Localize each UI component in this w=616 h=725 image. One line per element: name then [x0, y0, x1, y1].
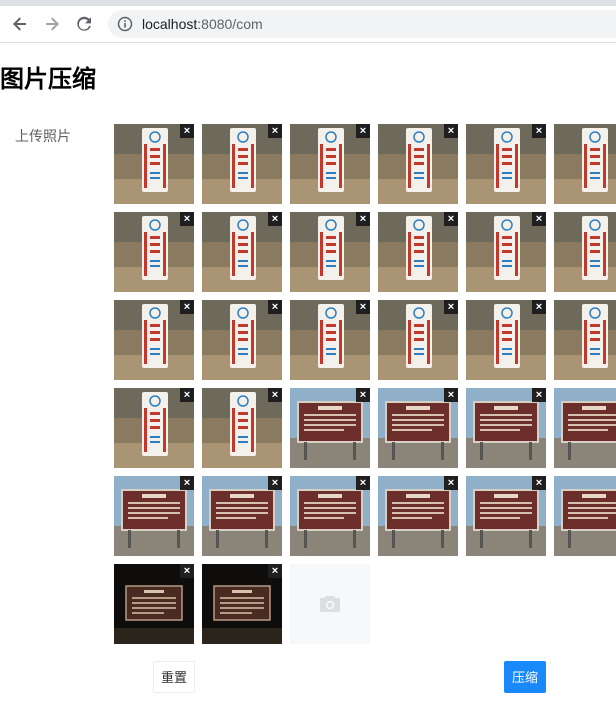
delete-photo-button[interactable]: ×	[268, 476, 282, 490]
address-url: localhost:8080/com	[142, 16, 263, 32]
delete-photo-button[interactable]: ×	[532, 476, 546, 490]
photo-image	[554, 300, 616, 380]
delete-photo-button[interactable]: ×	[532, 300, 546, 314]
delete-photo-button[interactable]: ×	[444, 388, 458, 402]
photo-thumbnail[interactable]: ×	[202, 388, 282, 468]
upload-field-label: 上传照片	[15, 128, 71, 144]
photo-thumbnail[interactable]: ×	[466, 388, 546, 468]
photo-thumbnail[interactable]: ×	[554, 300, 616, 380]
photo-thumbnail[interactable]: ×	[466, 300, 546, 380]
delete-photo-button[interactable]: ×	[180, 300, 194, 314]
photo-thumbnail[interactable]: ×	[290, 476, 370, 556]
photo-thumbnail[interactable]: ×	[554, 388, 616, 468]
delete-photo-button[interactable]: ×	[180, 476, 194, 490]
photo-thumbnail[interactable]: ×	[378, 388, 458, 468]
delete-photo-button[interactable]: ×	[444, 124, 458, 138]
url-host: localhost	[142, 16, 198, 32]
delete-photo-button[interactable]: ×	[356, 300, 370, 314]
photo-image	[554, 124, 616, 204]
photo-thumbnail[interactable]: ×	[202, 564, 282, 644]
delete-photo-button[interactable]: ×	[180, 388, 194, 402]
photo-image	[554, 476, 616, 556]
delete-photo-button[interactable]: ×	[444, 212, 458, 226]
delete-photo-button[interactable]: ×	[532, 212, 546, 226]
photo-thumbnail[interactable]: ×	[290, 388, 370, 468]
photo-thumbnail[interactable]: ×	[114, 212, 194, 292]
reload-icon[interactable]	[70, 10, 98, 38]
page-title: 图片压缩	[0, 66, 96, 93]
photo-thumbnail[interactable]: ×	[114, 124, 194, 204]
upload-photo-slot[interactable]	[290, 564, 370, 644]
photo-thumbnail[interactable]: ×	[290, 212, 370, 292]
photo-thumbnail[interactable]: ×	[114, 476, 194, 556]
photo-thumbnail[interactable]: ×	[114, 300, 194, 380]
photo-thumbnail[interactable]: ×	[378, 212, 458, 292]
delete-photo-button[interactable]: ×	[268, 300, 282, 314]
photo-image	[554, 212, 616, 292]
photo-thumbnail[interactable]: ×	[378, 476, 458, 556]
delete-photo-button[interactable]: ×	[180, 124, 194, 138]
info-icon[interactable]	[117, 16, 133, 32]
delete-photo-button[interactable]: ×	[444, 300, 458, 314]
photo-thumbnail[interactable]: ×	[202, 300, 282, 380]
forward-arrow-icon[interactable]	[38, 10, 66, 38]
photo-image	[554, 388, 616, 468]
delete-photo-button[interactable]: ×	[268, 212, 282, 226]
delete-photo-button[interactable]: ×	[268, 388, 282, 402]
photo-thumbnail[interactable]: ×	[466, 212, 546, 292]
photo-thumbnail[interactable]: ×	[554, 212, 616, 292]
camera-icon	[320, 596, 340, 612]
photo-thumbnail[interactable]: ×	[202, 212, 282, 292]
address-bar[interactable]: localhost:8080/com	[108, 10, 616, 38]
delete-photo-button[interactable]: ×	[180, 212, 194, 226]
delete-photo-button[interactable]: ×	[356, 212, 370, 226]
browser-toolbar: localhost:8080/com	[0, 6, 616, 43]
photo-thumbnail[interactable]: ×	[554, 476, 616, 556]
delete-photo-button[interactable]: ×	[356, 124, 370, 138]
back-arrow-icon[interactable]	[6, 10, 34, 38]
delete-photo-button[interactable]: ×	[356, 476, 370, 490]
reset-button[interactable]: 重置	[153, 661, 195, 693]
photo-thumbnail[interactable]: ×	[466, 476, 546, 556]
delete-photo-button[interactable]: ×	[532, 124, 546, 138]
photo-thumbnail[interactable]: ×	[554, 124, 616, 204]
delete-photo-button[interactable]: ×	[444, 476, 458, 490]
photo-thumbnail[interactable]: ×	[114, 564, 194, 644]
photo-thumbnail[interactable]: ×	[202, 476, 282, 556]
photo-thumbnail[interactable]: ×	[378, 124, 458, 204]
photo-thumbnail[interactable]: ×	[290, 124, 370, 204]
delete-photo-button[interactable]: ×	[180, 564, 194, 578]
delete-photo-button[interactable]: ×	[268, 124, 282, 138]
photo-thumbnail[interactable]: ×	[114, 388, 194, 468]
photo-thumbnail[interactable]: ×	[378, 300, 458, 380]
delete-photo-button[interactable]: ×	[356, 388, 370, 402]
url-path: :8080/com	[197, 16, 263, 32]
compress-button[interactable]: 压缩	[504, 661, 546, 693]
photo-thumbnail[interactable]: ×	[202, 124, 282, 204]
delete-photo-button[interactable]: ×	[532, 388, 546, 402]
delete-photo-button[interactable]: ×	[268, 564, 282, 578]
photo-thumbnail[interactable]: ×	[466, 124, 546, 204]
photo-thumbnail[interactable]: ×	[290, 300, 370, 380]
